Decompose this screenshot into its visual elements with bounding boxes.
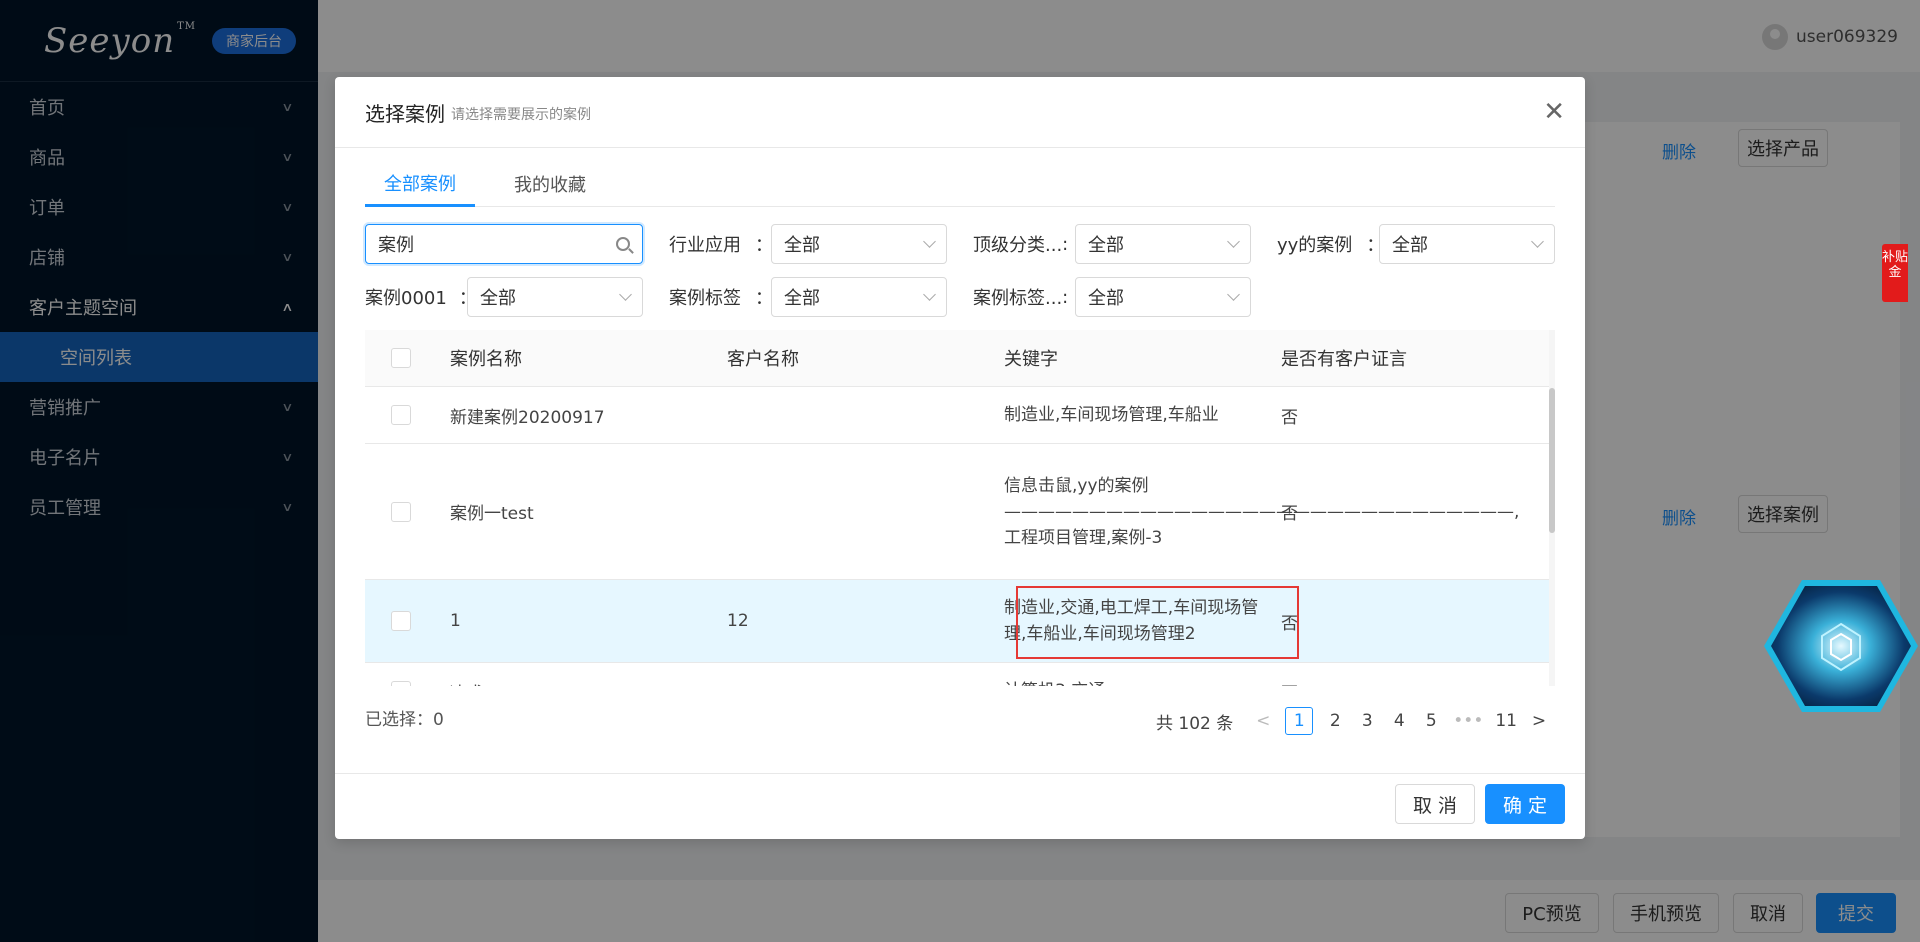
table-header: 案例名称 客户名称 关键字 是否有客户证言 xyxy=(365,330,1555,387)
row-checkbox[interactable] xyxy=(391,501,411,522)
select-all-checkbox[interactable] xyxy=(391,348,411,368)
page-5[interactable]: 5 xyxy=(1421,711,1441,731)
selected-count: 已选择：0 xyxy=(365,710,444,730)
top-category-select[interactable]: 全部 xyxy=(1075,224,1251,264)
row-checkbox[interactable] xyxy=(391,405,411,425)
modal-header: 选择案例 请选择需要展示的案例 ✕ xyxy=(335,77,1585,148)
page-1[interactable]: 1 xyxy=(1285,707,1314,735)
column-case-name[interactable]: 案例名称 xyxy=(450,330,522,386)
filter-label-case-tag: 案例标签： xyxy=(669,288,773,309)
pagination-total: 共 102 条 xyxy=(1156,713,1234,734)
chevron-down-icon xyxy=(1531,235,1544,248)
tab-my-favorites[interactable]: 我的收藏 xyxy=(495,161,605,207)
row-checkbox[interactable] xyxy=(391,611,411,631)
testimonial-cell: 否 xyxy=(1281,504,1298,524)
case-name-cell: 凄求 xyxy=(450,663,484,687)
modal-footer: 取 消 确 定 xyxy=(335,773,1585,839)
chevron-down-icon xyxy=(619,288,632,301)
search-icon[interactable] xyxy=(616,237,630,251)
filter-label-case0001: 案例0001： xyxy=(365,288,477,309)
case-tag-select[interactable]: 全部 xyxy=(771,277,947,317)
table-row[interactable]: 1 12 制造业,交通,电工焊工,车间现场管理,车船业,车间现场管理2 否 xyxy=(365,580,1555,663)
table-row[interactable]: 案例一test 信息击鼠,yy的案例——————————————————————… xyxy=(365,444,1555,580)
close-icon[interactable]: ✕ xyxy=(1543,99,1565,125)
page-4[interactable]: 4 xyxy=(1389,711,1409,731)
choose-case-modal: 选择案例 请选择需要展示的案例 ✕ 全部案例 我的收藏 行业应用： 全部 顶级分… xyxy=(335,77,1585,839)
case-name-cell: 新建案例20200917 xyxy=(450,407,605,428)
column-keywords[interactable]: 关键字 xyxy=(1004,330,1058,386)
column-testimonial[interactable]: 是否有客户证言 xyxy=(1281,330,1407,386)
page-last[interactable]: 11 xyxy=(1495,711,1517,731)
highlight-box xyxy=(1016,586,1299,659)
case-search-box xyxy=(365,224,643,264)
column-customer-name[interactable]: 客户名称 xyxy=(727,330,799,386)
testimonial-cell: 否 xyxy=(1281,407,1298,428)
row-checkbox[interactable] xyxy=(391,681,411,686)
tab-all-cases[interactable]: 全部案例 xyxy=(365,161,475,207)
row-select-cell xyxy=(391,387,411,443)
case-tag-2-select[interactable]: 全部 xyxy=(1075,277,1251,317)
chevron-down-icon xyxy=(923,235,936,248)
industry-select[interactable]: 全部 xyxy=(771,224,947,264)
filter-label-industry: 行业应用： xyxy=(669,235,773,256)
chevron-down-icon xyxy=(923,288,936,301)
filter-label-yy-cases: yy的案例： xyxy=(1277,235,1385,256)
prev-page-icon[interactable]: < xyxy=(1253,711,1273,731)
row-select-cell xyxy=(391,663,411,686)
row-select-cell xyxy=(391,444,411,579)
subsidy-side-tab[interactable]: 补贴金 xyxy=(1882,244,1908,302)
page-3[interactable]: 3 xyxy=(1357,711,1377,731)
pagination: 共 102 条 < 1 2 3 4 5 ••• 11 > xyxy=(1150,705,1555,737)
page-2[interactable]: 2 xyxy=(1325,711,1345,731)
table-row[interactable]: 凄求 计算机3,交通 否 xyxy=(365,663,1555,686)
yy-cases-select[interactable]: 全部 xyxy=(1379,224,1555,264)
modal-subtitle: 请选择需要展示的案例 xyxy=(451,107,591,123)
modal-title: 选择案例 xyxy=(365,101,445,126)
table-scrollbar-thumb[interactable] xyxy=(1549,388,1555,533)
chevron-down-icon xyxy=(1227,288,1240,301)
case-table: 案例名称 客户名称 关键字 是否有客户证言 新建案例20200917 制造业,车… xyxy=(365,330,1555,686)
keywords-cell: 计算机3,交通 xyxy=(1004,663,1264,686)
select-all-cell xyxy=(391,330,411,386)
case0001-select[interactable]: 全部 xyxy=(467,277,643,317)
keywords-cell: 信息击鼠,yy的案例——————————————————————————————… xyxy=(1004,475,1520,548)
filter-label-case-tag-2: 案例标签...: xyxy=(973,286,1069,310)
customer-name-cell: 12 xyxy=(727,611,749,631)
filter-label-top-category: 顶级分类...: xyxy=(973,233,1069,257)
chevron-down-icon xyxy=(1227,235,1240,248)
case-name-cell: 案例一test xyxy=(450,504,534,524)
row-select-cell xyxy=(391,580,411,662)
floating-hexagon-widget[interactable] xyxy=(1762,576,1920,716)
keywords-cell: 制造业,车间现场管理,车船业 xyxy=(1004,405,1219,425)
next-page-icon[interactable]: > xyxy=(1529,711,1549,731)
table-row[interactable]: 新建案例20200917 制造业,车间现场管理,车船业 否 xyxy=(365,387,1555,444)
pagination-ellipsis[interactable]: ••• xyxy=(1453,711,1483,731)
modal-cancel-button[interactable]: 取 消 xyxy=(1395,784,1475,824)
modal-ok-button[interactable]: 确 定 xyxy=(1485,784,1565,824)
case-search-input[interactable] xyxy=(378,233,616,255)
case-name-cell: 1 xyxy=(450,611,461,631)
modal-tabs: 全部案例 我的收藏 xyxy=(365,161,1555,207)
testimonial-cell: 否 xyxy=(1281,663,1298,687)
